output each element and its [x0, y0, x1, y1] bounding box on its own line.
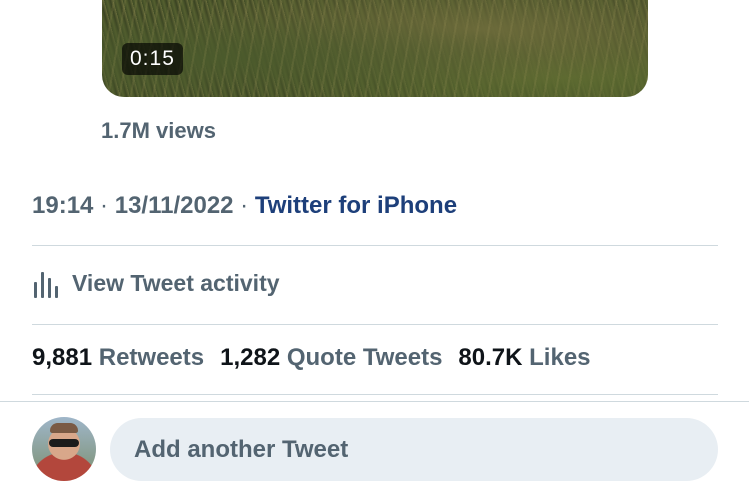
quote-tweets-stat[interactable]: 1,282 Quote Tweets — [220, 344, 442, 371]
view-count: 1.7M views — [101, 118, 216, 143]
retweets-stat[interactable]: 9,881 Retweets — [32, 344, 204, 371]
avatar-hair — [50, 423, 78, 433]
video-duration-badge: 0:15 — [122, 43, 183, 75]
separator-dot: · — [93, 192, 115, 219]
video-frame — [102, 0, 648, 97]
divider — [32, 394, 718, 395]
avatar-glasses — [49, 439, 79, 447]
tweet-stats: 9,881 Retweets 1,282 Quote Tweets 80.7K Li… — [32, 344, 591, 372]
separator-dot: · — [233, 192, 255, 219]
divider — [32, 245, 718, 246]
avatar[interactable] — [32, 417, 96, 481]
tweet-time[interactable]: 19:14 — [32, 192, 93, 219]
view-tweet-activity-button[interactable]: View Tweet activity — [32, 266, 280, 300]
bar-chart-icon — [34, 272, 58, 298]
reply-bar-top-border — [0, 401, 749, 402]
likes-label: Likes — [529, 344, 591, 371]
add-another-tweet-input[interactable]: Add another Tweet — [110, 418, 718, 481]
compose-placeholder: Add another Tweet — [134, 435, 349, 463]
quote-tweets-count: 1,282 — [220, 344, 281, 371]
tweet-source-link[interactable]: Twitter for iPhone — [255, 192, 457, 219]
divider — [32, 324, 718, 325]
likes-stat[interactable]: 80.7K Likes — [458, 344, 590, 371]
likes-count: 80.7K — [458, 344, 523, 371]
retweets-count: 9,881 — [32, 344, 93, 371]
tweet-date[interactable]: 13/11/2022 — [115, 192, 234, 219]
quote-tweets-label: Quote Tweets — [286, 344, 443, 371]
retweets-label: Retweets — [98, 344, 205, 371]
video-player[interactable]: 0:15 — [102, 0, 648, 97]
view-tweet-activity-label: View Tweet activity — [72, 269, 280, 296]
tweet-metadata: 19:14 · 13/11/2022 · Twitter for iPhone — [32, 192, 457, 220]
